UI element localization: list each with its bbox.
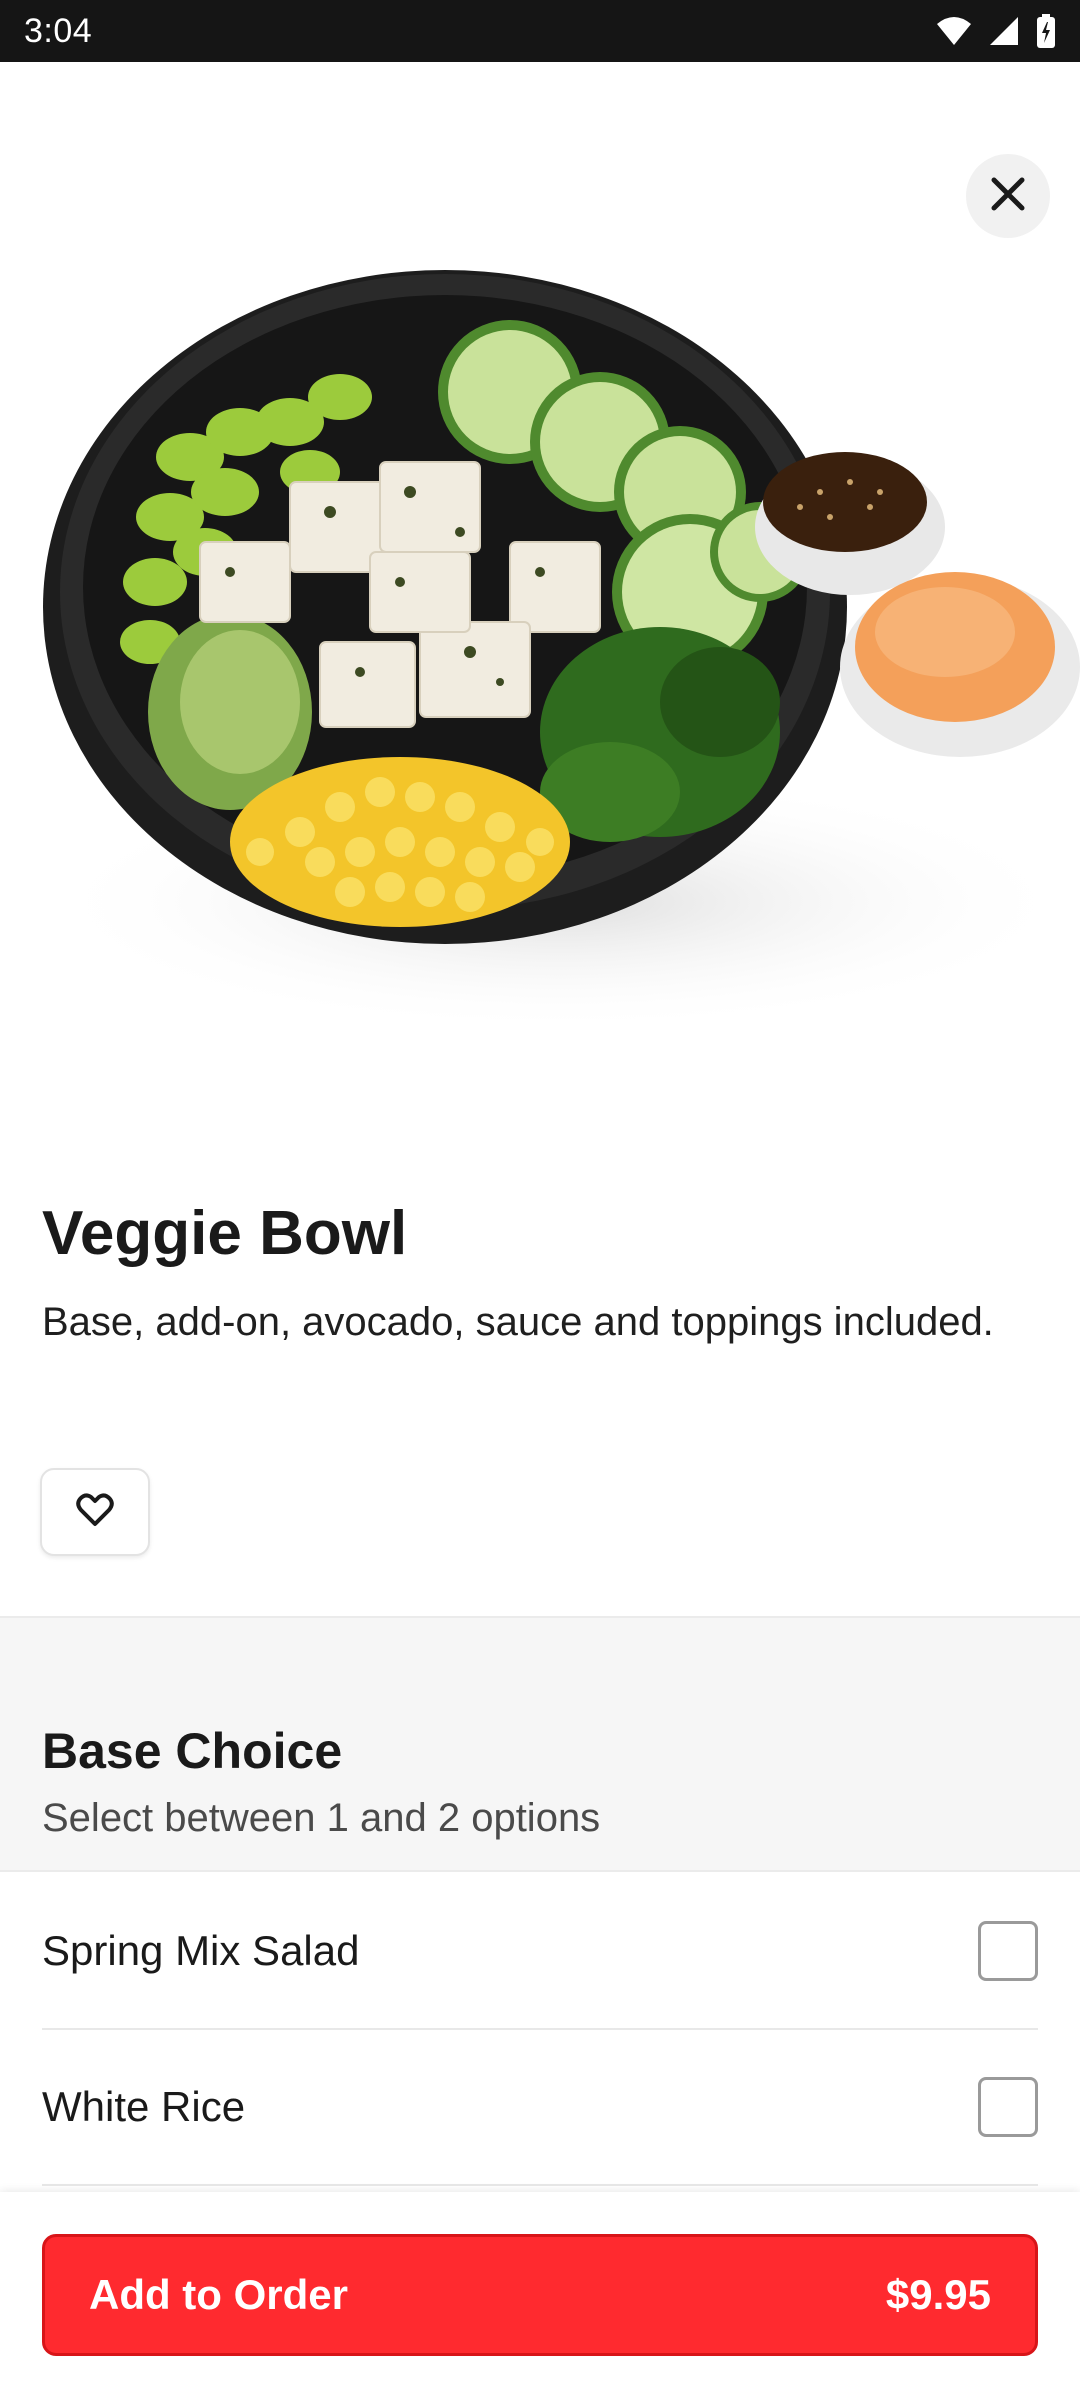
wifi-icon	[936, 16, 972, 46]
status-time: 3:04	[24, 11, 93, 50]
option-label: White Rice	[42, 2083, 246, 2130]
item-description: Base, add-on, avocado, sauce and topping…	[42, 1300, 994, 1345]
favorite-button[interactable]	[40, 1468, 150, 1556]
add-to-order-button[interactable]: Add to Order $9.95	[42, 2234, 1038, 2356]
option-checkbox[interactable]	[978, 2077, 1038, 2137]
footer: Add to Order $9.95	[0, 2192, 1080, 2400]
item-title: Veggie Bowl	[42, 1199, 408, 1268]
status-icons	[936, 14, 1056, 48]
section-title: Base Choice	[42, 1723, 343, 1779]
price-label: $9.95	[885, 2271, 991, 2318]
item-image	[0, 62, 1080, 1132]
close-icon	[990, 176, 1026, 217]
item-info: Veggie Bowl Base, add-on, avocado, sauce…	[42, 1199, 1038, 1349]
signal-icon	[988, 16, 1020, 46]
option-label: Spring Mix Salad	[42, 1927, 360, 1974]
battery-icon	[1036, 14, 1056, 48]
add-to-order-label: Add to Order	[89, 2271, 348, 2318]
status-bar: 3:04	[0, 0, 1080, 62]
base-choice-header: Base Choice Select between 1 and 2 optio…	[0, 1616, 1080, 1872]
section-subtitle: Select between 1 and 2 options	[42, 1796, 601, 1840]
heart-icon	[76, 1492, 114, 1532]
bowl-image	[40, 270, 1080, 1032]
option-spring-mix-salad[interactable]: Spring Mix Salad	[42, 1874, 1038, 2030]
option-checkbox[interactable]	[978, 1921, 1038, 1981]
close-button[interactable]	[966, 154, 1050, 238]
option-white-rice[interactable]: White Rice	[42, 2030, 1038, 2186]
